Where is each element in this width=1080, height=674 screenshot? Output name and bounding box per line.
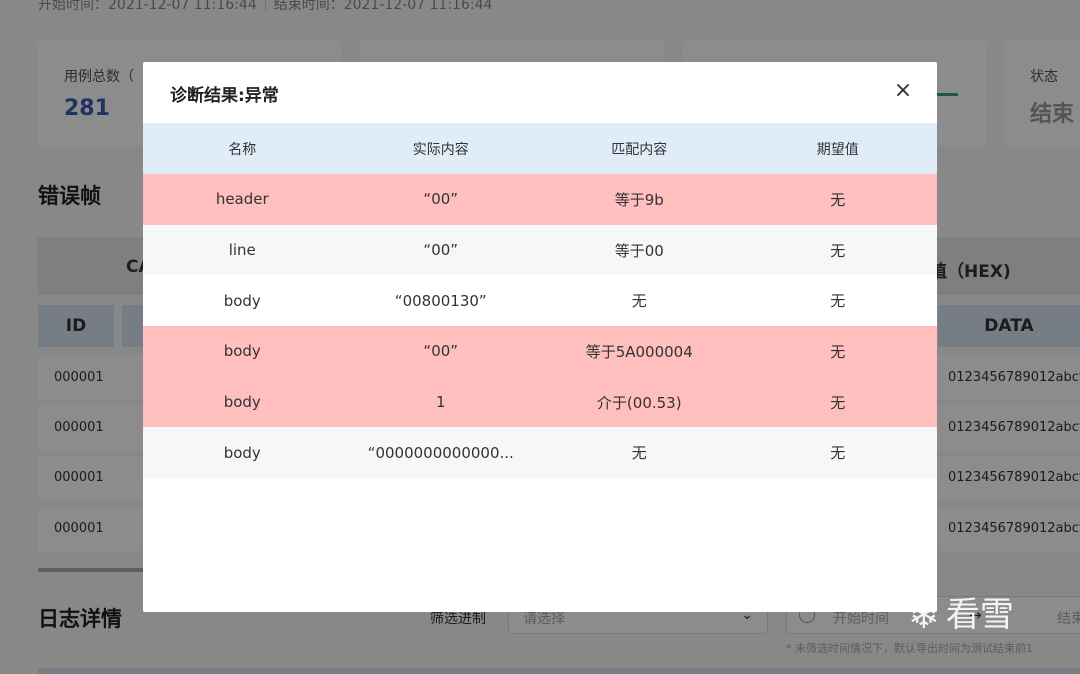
watermark-text: 看雪 bbox=[945, 595, 1014, 635]
cell-name: body bbox=[143, 275, 342, 327]
column-header-match: 匹配内容 bbox=[540, 123, 739, 174]
cell-match: 等于5A000004 bbox=[540, 326, 739, 377]
dialog-title: 诊断结果:异常 bbox=[170, 86, 279, 106]
cell-actual: 1 bbox=[341, 376, 540, 428]
table-row-error: body “00” 等于5A000004 无 bbox=[143, 326, 937, 377]
cell-name: header bbox=[143, 174, 342, 225]
table-row-error: body 1 介于(00.53) 无 bbox=[143, 376, 937, 428]
cell-actual: “00” bbox=[341, 326, 540, 377]
diagnosis-dialog: 诊断结果:异常 × 名称 实际内容 匹配内容 期望值 header “00” 等… bbox=[143, 62, 937, 612]
cell-name: body bbox=[143, 376, 342, 428]
close-icon: × bbox=[893, 78, 913, 103]
cell-match: 无 bbox=[540, 427, 739, 479]
cell-actual: “0000000000000... bbox=[341, 427, 540, 479]
column-header-name: 名称 bbox=[143, 123, 342, 174]
cell-name: body bbox=[143, 326, 342, 377]
table-row: line “00” 等于00 无 bbox=[143, 224, 937, 276]
cell-expected: 无 bbox=[738, 376, 937, 428]
cell-expected: 无 bbox=[738, 275, 937, 327]
cell-match: 等于9b bbox=[540, 174, 739, 225]
cell-expected: 无 bbox=[738, 224, 937, 276]
cell-actual: “00” bbox=[341, 224, 540, 276]
cell-match: 介于(00.53) bbox=[540, 376, 739, 428]
cell-name: line bbox=[143, 224, 342, 276]
cell-expected: 无 bbox=[738, 174, 937, 225]
table-header-row: 名称 实际内容 匹配内容 期望值 bbox=[143, 123, 937, 174]
table-row: body “0000000000000... 无 无 bbox=[143, 427, 937, 479]
cell-match: 无 bbox=[540, 275, 739, 327]
cell-name: body bbox=[143, 427, 342, 479]
diagnosis-table: 名称 实际内容 匹配内容 期望值 header “00” 等于9b 无 line… bbox=[143, 123, 937, 479]
table-row: body “00800130” 无 无 bbox=[143, 275, 937, 327]
close-button[interactable]: × bbox=[891, 80, 915, 104]
column-header-actual: 实际内容 bbox=[341, 123, 540, 174]
table-row-error: header “00” 等于9b 无 bbox=[143, 174, 937, 225]
cell-expected: 无 bbox=[738, 326, 937, 377]
cell-match: 等于00 bbox=[540, 224, 739, 276]
column-header-expected: 期望值 bbox=[738, 123, 937, 174]
cell-actual: “00800130” bbox=[341, 275, 540, 327]
cell-actual: “00” bbox=[341, 174, 540, 225]
cell-expected: 无 bbox=[738, 427, 937, 479]
